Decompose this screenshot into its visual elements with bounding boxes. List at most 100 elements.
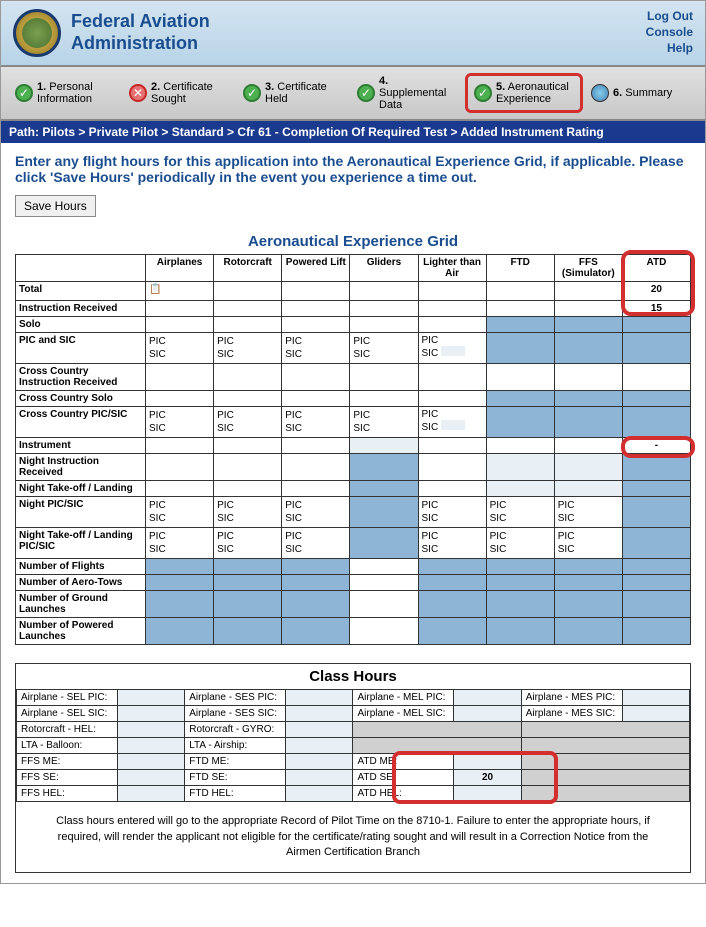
cell: PIC SIC: [146, 333, 214, 364]
column-header: Lighter than Air: [418, 255, 486, 282]
cell: [350, 575, 418, 591]
check-icon: ✓: [474, 84, 492, 102]
cell: [486, 317, 554, 333]
cell: [418, 364, 486, 391]
class-value[interactable]: [286, 754, 353, 770]
cell[interactable]: 📋: [146, 282, 214, 301]
cell: [486, 559, 554, 575]
class-label: FFS ME:: [17, 754, 118, 770]
check-icon: ✓: [243, 84, 261, 102]
class-label: LTA - Airship:: [185, 738, 286, 754]
step-6[interactable]: 6. Summary: [585, 73, 697, 113]
row-label: Instrument: [16, 438, 146, 454]
table-row: Number of Flights: [16, 559, 691, 575]
class-value[interactable]: [286, 738, 353, 754]
class-value[interactable]: [286, 786, 353, 802]
cell: [622, 559, 690, 575]
console-link[interactable]: Console: [646, 25, 693, 39]
cell: [622, 591, 690, 618]
cell: [282, 364, 350, 391]
cell: [418, 575, 486, 591]
class-label: ATD SE:: [353, 770, 454, 786]
cell: [146, 481, 214, 497]
cell: PIC SIC: [214, 528, 282, 559]
save-hours-button[interactable]: Save Hours: [15, 195, 96, 217]
class-label: Airplane - SES SIC:: [185, 706, 286, 722]
cell: [622, 317, 690, 333]
class-value[interactable]: [622, 690, 689, 706]
cell: [214, 282, 282, 301]
cell: [554, 301, 622, 317]
column-header: FFS (Simulator): [554, 255, 622, 282]
cell: [554, 364, 622, 391]
class-hours-table: Airplane - SEL PIC:Airplane - SES PIC:Ai…: [16, 689, 690, 802]
class-value[interactable]: [117, 786, 184, 802]
x-icon: ✕: [129, 84, 147, 102]
instructions-text: Enter any flight hours for this applicat…: [15, 153, 691, 185]
cell: PIC SIC: [146, 407, 214, 438]
cell: [350, 391, 418, 407]
column-header: FTD: [486, 255, 554, 282]
cell: [282, 391, 350, 407]
class-value[interactable]: [454, 786, 521, 802]
class-value[interactable]: [286, 690, 353, 706]
row-label: Number of Powered Launches: [16, 618, 146, 645]
class-value[interactable]: [117, 706, 184, 722]
globe-icon: [591, 84, 609, 102]
cell: [214, 575, 282, 591]
table-row: Total📋20: [16, 282, 691, 301]
class-value[interactable]: [622, 706, 689, 722]
cell: [418, 559, 486, 575]
cell: [214, 618, 282, 645]
table-row: Number of Aero-Tows: [16, 575, 691, 591]
row-label: Number of Aero-Tows: [16, 575, 146, 591]
row-label: Number of Ground Launches: [16, 591, 146, 618]
cell: [486, 591, 554, 618]
cell: [350, 364, 418, 391]
cell: [350, 301, 418, 317]
class-value[interactable]: [117, 690, 184, 706]
class-label: [353, 722, 521, 738]
step-2[interactable]: ✕2. CertificateSought: [123, 73, 235, 113]
atd-instrument: -: [622, 438, 690, 454]
cell: [350, 317, 418, 333]
class-value[interactable]: [117, 770, 184, 786]
class-label: Airplane - SEL PIC:: [17, 690, 118, 706]
cell: PIC SIC: [350, 407, 418, 438]
class-value[interactable]: [454, 706, 521, 722]
class-value[interactable]: [117, 738, 184, 754]
help-link[interactable]: Help: [646, 41, 693, 55]
class-value[interactable]: [454, 690, 521, 706]
class-value[interactable]: [286, 722, 353, 738]
step-1[interactable]: ✓1. PersonalInformation: [9, 73, 121, 113]
cell: [282, 481, 350, 497]
table-row: Night PIC/SICPIC SICPIC SICPIC SICPIC SI…: [16, 497, 691, 528]
cell: [282, 317, 350, 333]
logout-link[interactable]: Log Out: [646, 9, 693, 23]
class-value[interactable]: [286, 770, 353, 786]
cell: [554, 559, 622, 575]
note-icon[interactable]: 📋: [149, 284, 163, 298]
step-5[interactable]: ✓5. AeronauticalExperience: [465, 73, 583, 113]
cell: [418, 438, 486, 454]
cell: PICSIC: [418, 407, 486, 438]
class-value[interactable]: [454, 754, 521, 770]
class-label: Airplane - MES SIC:: [521, 706, 622, 722]
class-value[interactable]: [286, 706, 353, 722]
cell: [350, 591, 418, 618]
row-label: Night Take-off / Landing PIC/SIC: [16, 528, 146, 559]
class-value[interactable]: [117, 754, 184, 770]
class-label: FTD ME:: [185, 754, 286, 770]
cell: [486, 454, 554, 481]
cell: [554, 591, 622, 618]
step-3[interactable]: ✓3. CertificateHeld: [237, 73, 349, 113]
class-row: LTA - Balloon:LTA - Airship:: [17, 738, 690, 754]
class-value[interactable]: 20: [454, 770, 521, 786]
class-value[interactable]: [117, 722, 184, 738]
cell: [282, 618, 350, 645]
step-4[interactable]: ✓4. SupplementalData: [351, 73, 463, 113]
cell: PIC SIC: [350, 333, 418, 364]
cell: PIC SIC: [282, 497, 350, 528]
atd-instruction: 15: [622, 301, 690, 317]
cell: [146, 391, 214, 407]
